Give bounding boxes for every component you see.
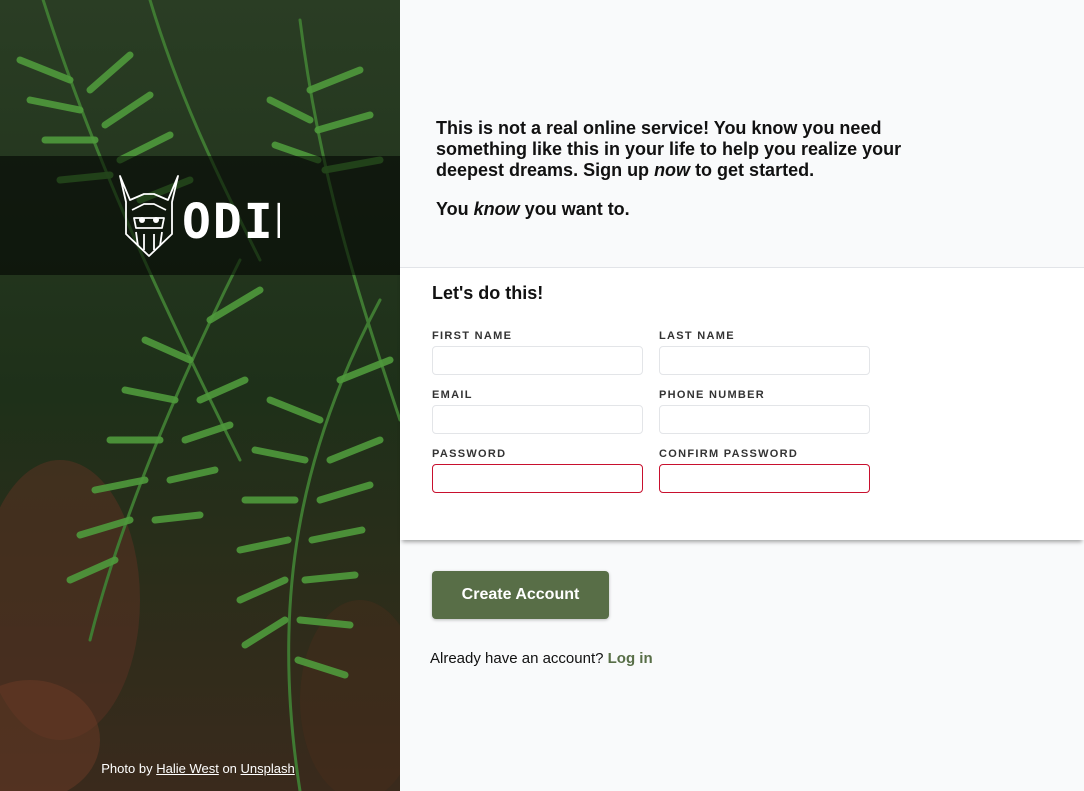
password-input[interactable] bbox=[432, 464, 643, 493]
intro-paragraph-1: This is not a real online service! You k… bbox=[436, 118, 902, 180]
password-field: PASSWORD bbox=[432, 448, 643, 493]
credit-site-link[interactable]: Unsplash bbox=[241, 761, 295, 776]
credit-prefix: Photo by bbox=[101, 761, 153, 776]
log-in-link[interactable]: Log in bbox=[608, 650, 653, 667]
password-label: PASSWORD bbox=[432, 448, 507, 460]
last-name-input[interactable] bbox=[659, 346, 870, 375]
odin-logo: ODIN bbox=[119, 175, 280, 257]
confirm-password-field: CONFIRM PASSWORD bbox=[659, 448, 870, 493]
form-heading: Let's do this! bbox=[432, 283, 544, 303]
credit-middle: on bbox=[222, 761, 237, 776]
last-name-label: LAST NAME bbox=[659, 330, 735, 342]
first-name-field: FIRST NAME bbox=[432, 330, 643, 375]
fern-background-image bbox=[0, 0, 400, 791]
photo-credit: Photo by Halie West on Unsplash bbox=[0, 761, 396, 776]
confirm-password-input[interactable] bbox=[659, 464, 870, 493]
email-label: EMAIL bbox=[432, 389, 473, 401]
logo-wordmark: ODIN bbox=[182, 194, 280, 250]
first-name-label: FIRST NAME bbox=[432, 330, 513, 342]
email-field: EMAIL bbox=[432, 389, 643, 434]
create-account-button[interactable]: Create Account bbox=[432, 571, 609, 619]
last-name-field: LAST NAME bbox=[659, 330, 870, 375]
intro-text: This is not a real online service! You k… bbox=[436, 118, 916, 220]
signup-form: Let's do this! FIRST NAME LAST NAME EMAI… bbox=[400, 267, 1084, 540]
login-prompt: Already have an account? Log in bbox=[430, 650, 653, 667]
confirm-password-label: CONFIRM PASSWORD bbox=[659, 448, 799, 460]
phone-number-input[interactable] bbox=[659, 405, 870, 434]
first-name-input[interactable] bbox=[432, 346, 643, 375]
phone-number-field: PHONE NUMBER bbox=[659, 389, 870, 434]
intro-paragraph-2: You know you want to. bbox=[436, 199, 630, 219]
credit-author-link[interactable]: Halie West bbox=[156, 761, 219, 776]
phone-number-label: PHONE NUMBER bbox=[659, 389, 766, 401]
hero-image-panel: ODIN Photo by Halie West on Unsplash bbox=[0, 0, 400, 791]
email-input[interactable] bbox=[432, 405, 643, 434]
login-prompt-text: Already have an account? bbox=[430, 650, 604, 667]
